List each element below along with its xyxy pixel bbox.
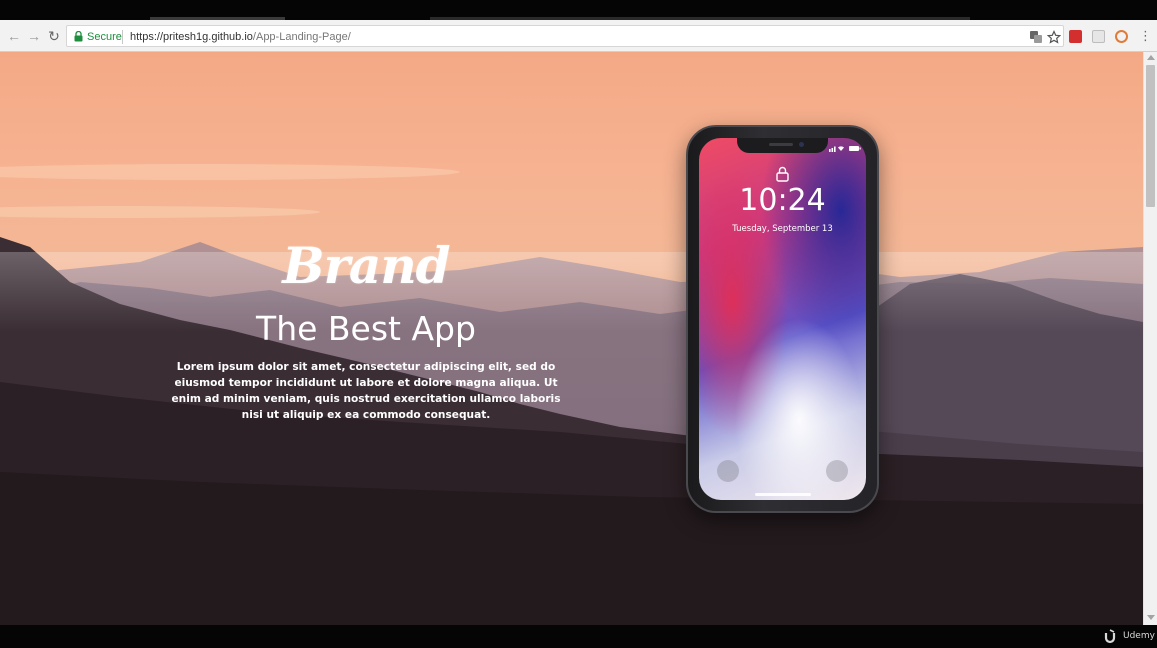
secure-label: Secure: [87, 31, 122, 43]
status-bar-icons: [829, 146, 861, 152]
camera-icon: [826, 460, 848, 482]
hero-headline: The Best App: [256, 309, 476, 348]
hero-description: Lorem ipsum dolor sit amet, consectetur …: [171, 361, 561, 421]
back-arrow-icon[interactable]: ←: [6, 28, 22, 44]
lock-icon: [776, 166, 789, 182]
star-icon[interactable]: [1047, 30, 1061, 44]
translate-icon[interactable]: [1029, 30, 1043, 44]
hero-section: Brand The Best App Lorem ipsum dolor sit…: [150, 237, 582, 423]
extension-icon[interactable]: [1115, 30, 1128, 43]
url-host: https://pritesh1g.github.io: [130, 31, 253, 43]
phone-screen: 10:24 Tuesday, September 13: [699, 138, 866, 500]
more-vertical-icon[interactable]: ⋮: [1139, 28, 1152, 44]
forward-arrow-icon[interactable]: →: [26, 28, 42, 44]
scroll-thumb[interactable]: [1146, 65, 1155, 207]
video-bottom-bar: Udemy: [0, 625, 1157, 648]
scroll-up-arrow-icon[interactable]: [1147, 55, 1155, 60]
phone-speaker: [769, 143, 793, 146]
home-indicator: [755, 493, 811, 496]
tab-strip: [0, 0, 1157, 20]
scroll-down-arrow-icon[interactable]: [1147, 615, 1155, 620]
phone-mockup: 10:24 Tuesday, September 13: [686, 125, 879, 513]
padlock-icon: [74, 31, 83, 42]
extension-icon[interactable]: [1092, 30, 1105, 43]
brand-logo[interactable]: Brand: [150, 237, 582, 295]
udemy-logo-icon: [1104, 629, 1116, 644]
lockscreen-time: 10:24: [739, 183, 826, 218]
watermark-text: Udemy: [1123, 631, 1155, 641]
omnibox-divider: [122, 30, 123, 44]
page-scrollbar[interactable]: [1143, 52, 1157, 625]
page-viewport: Brand The Best App Lorem ipsum dolor sit…: [0, 52, 1143, 625]
phone-notch: [737, 138, 828, 153]
url-path: /App-Landing-Page/: [252, 31, 351, 43]
phone-camera: [799, 142, 804, 147]
flashlight-icon: [717, 460, 739, 482]
reload-icon[interactable]: ↻: [46, 28, 62, 44]
extension-icon[interactable]: [1069, 30, 1082, 43]
url-text[interactable]: https://pritesh1g.github.io/App-Landing-…: [130, 29, 351, 45]
lockscreen-date: Tuesday, September 13: [732, 224, 833, 234]
address-bar[interactable]: Secure https://pritesh1g.github.io/App-L…: [66, 25, 1064, 47]
browser-toolbar: ← → ↻ Secure https://pritesh1g.github.io…: [0, 20, 1157, 52]
